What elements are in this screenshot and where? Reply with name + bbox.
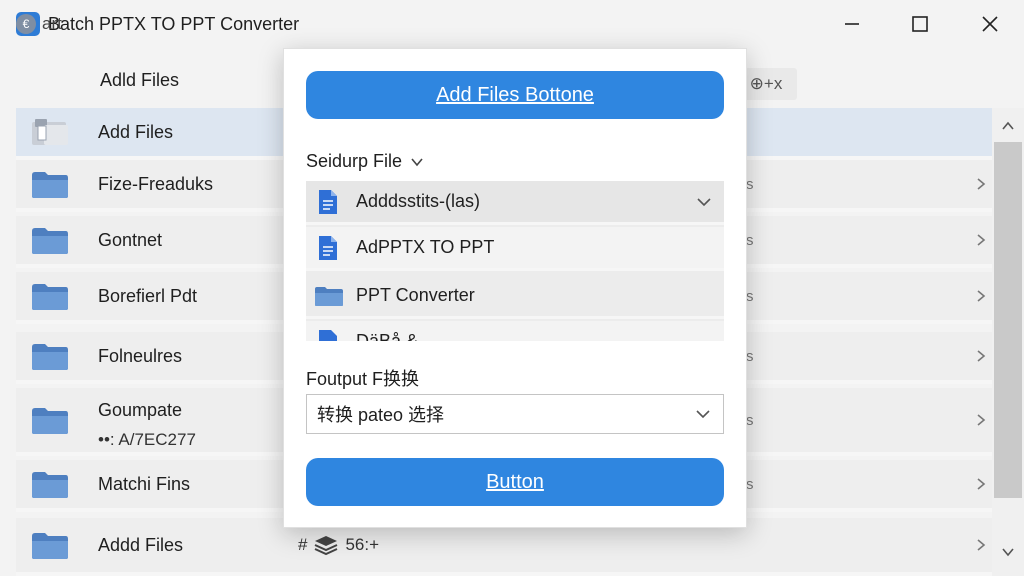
chevron-right-icon [977, 178, 986, 190]
list-item-name: Folneulres [98, 345, 183, 366]
list-item-edge: s [746, 287, 754, 305]
list-item-edge: s [746, 175, 754, 193]
file-item-label: AdPPTX TO PPT [356, 237, 495, 257]
file-select-list[interactable]: Adddsstits-(las) AdPPTX TO PPT PPT Conve… [306, 181, 724, 341]
document-icon [319, 329, 337, 341]
chevron-right-icon [977, 478, 986, 490]
list-item-name: Goumpate [98, 400, 183, 420]
list-item-name: Matchi Fins [98, 473, 191, 494]
list-item-edge: s [746, 231, 754, 249]
folder-icon [315, 286, 343, 306]
chevron-down-icon [696, 410, 710, 419]
output-format-value: 转换 pateo 选择 [317, 405, 445, 425]
output-label: Foutput F换换 [306, 369, 420, 389]
close-icon [982, 16, 998, 32]
window-title: Batch PPTX TO PPT Converter [48, 13, 300, 34]
folder-icon [32, 533, 68, 559]
folder-icon [32, 344, 68, 370]
folder-open-icon [32, 119, 68, 145]
hash-label: # [298, 535, 308, 554]
add-files-dialog: Add Files Bottone Seidurp File Adddsstit… [283, 48, 747, 528]
select-file-label[interactable]: Seidurp File [306, 151, 424, 172]
minimize-icon [845, 23, 859, 25]
chevron-right-icon [977, 290, 986, 302]
list-item-name: Borefierl Pdt [98, 285, 198, 306]
layers-icon [315, 536, 338, 556]
chevron-right-icon [977, 539, 986, 551]
document-icon [319, 189, 337, 214]
toolbar-add-files-button[interactable]: Adld Files [100, 70, 179, 91]
file-item-label: Adddsstits-(las) [356, 191, 481, 211]
list-item-name: Add Files [98, 121, 174, 142]
file-dropdown-item[interactable]: Adddsstits-(las) [306, 181, 724, 225]
submit-button[interactable]: Button [306, 458, 724, 506]
title-bar: Batch PPTX TO PPT Converter [0, 0, 1024, 48]
file-item[interactable]: PPT Converter [306, 275, 724, 319]
vertical-scrollbar[interactable] [992, 108, 1024, 576]
file-item[interactable]: DäBå &... [306, 321, 724, 341]
chevron-down-icon [697, 197, 711, 206]
file-item[interactable]: AdPPTX TO PPT [306, 227, 724, 271]
chevron-right-icon [977, 234, 986, 246]
start-label: art [42, 14, 62, 33]
list-item-name: Gontnet [98, 229, 163, 250]
file-item-label: PPT Converter [356, 285, 475, 305]
chevron-right-icon [977, 414, 986, 426]
chevron-down-icon [411, 157, 423, 166]
add-files-button[interactable]: Add Files Bottone [306, 71, 724, 119]
output-format-select[interactable]: 转换 pateo 选择 [306, 394, 724, 434]
list-item-subtitle: ••: A/7EC277 [98, 430, 196, 449]
folder-icon [32, 408, 68, 434]
list-item-meta-value: 56:+ [345, 535, 380, 554]
list-item-edge: s [746, 475, 754, 493]
folder-icon [32, 228, 68, 254]
chevron-right-icon [977, 350, 986, 362]
list-item-meta: # 56:+ [298, 534, 379, 556]
minimize-button[interactable] [832, 6, 872, 42]
maximize-button[interactable] [900, 6, 940, 42]
list-item-name: Fize-Freaduks [98, 173, 214, 194]
start-icon: € [16, 14, 36, 34]
close-button[interactable] [970, 6, 1010, 42]
list-item-name: Addd Files [98, 534, 184, 555]
folder-icon [32, 472, 68, 498]
list-item-edge: s [746, 411, 754, 429]
maximize-icon [912, 16, 928, 32]
start-button[interactable]: € art [16, 14, 62, 34]
folder-icon [32, 172, 68, 198]
chevron-down-icon[interactable] [1000, 544, 1016, 560]
file-item-label: DäBå &... [356, 331, 434, 341]
chevron-up-icon[interactable] [1000, 118, 1016, 134]
document-icon [319, 235, 337, 260]
select-file-text: Seidurp File [306, 151, 403, 171]
scrollbar-thumb[interactable] [994, 142, 1022, 498]
folder-icon [32, 284, 68, 310]
list-item-edge: s [746, 347, 754, 365]
